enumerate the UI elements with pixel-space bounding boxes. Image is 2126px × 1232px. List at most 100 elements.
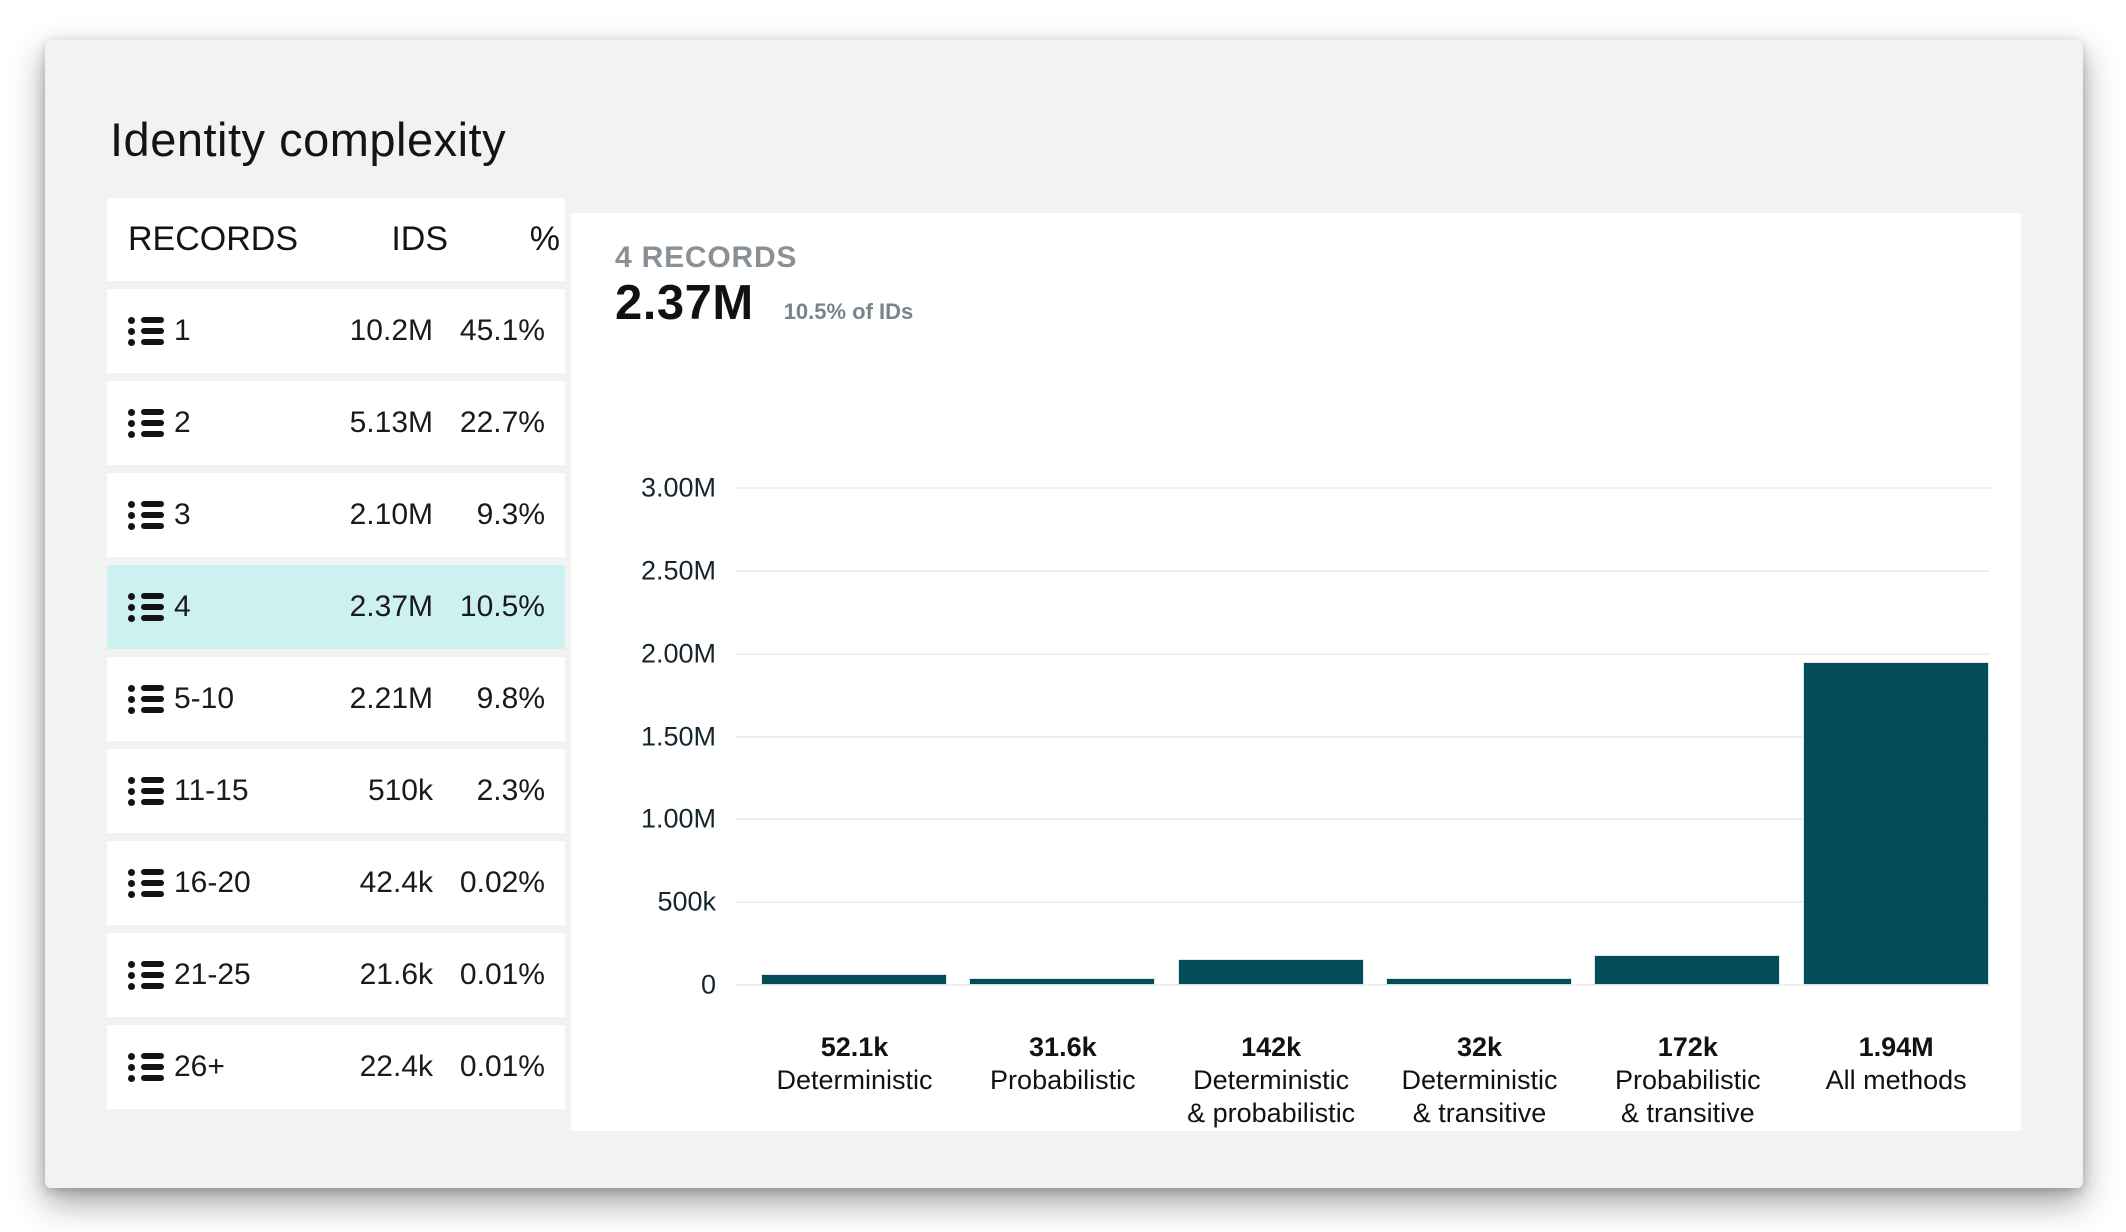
- bar-deterministic-transitive[interactable]: [1387, 979, 1571, 984]
- percent-cell: 2.3%: [433, 774, 545, 808]
- bar-category-label: Deterministic: [750, 1064, 959, 1097]
- x-axis-label-3: 142kDeterministic& probabilistic: [1167, 1031, 1376, 1130]
- list-icon: [128, 777, 164, 805]
- list-icon: [128, 685, 164, 713]
- column-header-ids: IDS: [298, 220, 448, 259]
- list-icon: [128, 869, 164, 897]
- records-cell: 5-10: [174, 682, 283, 716]
- chart-panel: 4 RECORDS 2.37M 10.5% of IDs 0 500k 1.00M 1…: [571, 213, 2021, 1131]
- bar-category-label: & probabilistic: [1167, 1097, 1376, 1130]
- bar-category-label: Deterministic: [1167, 1064, 1376, 1097]
- records-cell: 21-25: [174, 958, 283, 992]
- table-row-records-26+[interactable]: 26+ 22.4k 0.01%: [107, 1025, 565, 1109]
- bar-value-label: 142k: [1167, 1031, 1376, 1064]
- bar-category-label: & transitive: [1375, 1097, 1584, 1130]
- bar-value-label: 1.94M: [1792, 1031, 2001, 1064]
- ids-cell: 2.37M: [283, 590, 433, 624]
- table-row-records-2[interactable]: 2 5.13M 22.7%: [107, 381, 565, 465]
- percent-cell: 10.5%: [433, 590, 545, 624]
- table-row-records-1[interactable]: 1 10.2M 45.1%: [107, 289, 565, 373]
- list-icon: [128, 501, 164, 529]
- list-icon: [128, 409, 164, 437]
- percent-cell: 0.01%: [433, 1050, 545, 1084]
- table-row-records-21-25[interactable]: 21-25 21.6k 0.01%: [107, 933, 565, 1017]
- y-axis-tick-1.50M: 1.50M: [571, 721, 716, 752]
- bar-category-label: Deterministic: [1375, 1064, 1584, 1097]
- bar-all-methods[interactable]: [1804, 663, 1988, 984]
- table-row-records-16-20[interactable]: 16-20 42.4k 0.02%: [107, 841, 565, 925]
- y-axis-tick-500k: 500k: [571, 887, 716, 918]
- records-table: RECORDS IDS % 1 10.2M 45.1% 2 5.13M 22.7…: [107, 198, 565, 1109]
- records-cell: 11-15: [174, 774, 283, 808]
- bar-probabilistic-transitive[interactable]: [1595, 956, 1779, 984]
- table-header-row: RECORDS IDS %: [107, 198, 565, 281]
- x-axis-label-1: 52.1kDeterministic: [750, 1031, 959, 1097]
- selected-ids-value: 2.37M: [615, 275, 754, 331]
- page: Identity complexity RECORDS IDS % 1 10.2…: [0, 0, 2126, 1232]
- bar-value-label: 32k: [1375, 1031, 1584, 1064]
- list-icon: [128, 1053, 164, 1081]
- table-row-records-3[interactable]: 3 2.10M 9.3%: [107, 473, 565, 557]
- column-header-records: RECORDS: [128, 220, 298, 259]
- list-icon: [128, 593, 164, 621]
- detail-line: 2.37M 10.5% of IDs: [615, 275, 913, 331]
- percent-cell: 0.02%: [433, 866, 545, 900]
- gridline-2.00M: [736, 653, 1990, 655]
- gridline-3.00M: [736, 487, 1990, 489]
- gridline-500k: [736, 901, 1990, 903]
- records-cell: 2: [174, 406, 283, 440]
- ids-cell: 21.6k: [283, 958, 433, 992]
- gridline-0: [736, 984, 1990, 986]
- bar-value-label: 52.1k: [750, 1031, 959, 1064]
- card-title: Identity complexity: [110, 112, 506, 167]
- ids-cell: 5.13M: [283, 406, 433, 440]
- identity-complexity-card: Identity complexity RECORDS IDS % 1 10.2…: [45, 40, 2083, 1188]
- x-axis-label-6: 1.94MAll methods: [1792, 1031, 2001, 1097]
- bar-value-label: 172k: [1583, 1031, 1792, 1064]
- table-row-records-11-15[interactable]: 11-15 510k 2.3%: [107, 749, 565, 833]
- y-axis-tick-2.50M: 2.50M: [571, 555, 716, 586]
- records-cell: 3: [174, 498, 283, 532]
- selected-ids-percent: 10.5% of IDs: [784, 299, 914, 325]
- y-axis-tick-2.00M: 2.00M: [571, 638, 716, 669]
- percent-cell: 9.3%: [433, 498, 545, 532]
- x-axis-label-5: 172kProbabilistic& transitive: [1583, 1031, 1792, 1130]
- gridline-1.00M: [736, 818, 1990, 820]
- ids-cell: 510k: [283, 774, 433, 808]
- percent-cell: 22.7%: [433, 406, 545, 440]
- bar-category-label: & transitive: [1583, 1097, 1792, 1130]
- records-cell: 26+: [174, 1050, 283, 1084]
- list-icon: [128, 961, 164, 989]
- bar-deterministic[interactable]: [762, 975, 946, 984]
- records-cell: 1: [174, 314, 283, 348]
- bar-deterministic-probabilistic[interactable]: [1179, 960, 1363, 984]
- table-body: 1 10.2M 45.1% 2 5.13M 22.7% 3 2.10M 9.3%…: [107, 289, 565, 1109]
- table-row-records-4[interactable]: 4 2.37M 10.5%: [107, 565, 565, 649]
- ids-cell: 2.10M: [283, 498, 433, 532]
- x-axis-label-2: 31.6kProbabilistic: [958, 1031, 1167, 1097]
- column-header-percent: %: [448, 220, 560, 259]
- bar-probabilistic[interactable]: [970, 979, 1154, 984]
- y-axis-tick-1.00M: 1.00M: [571, 804, 716, 835]
- gridline-1.50M: [736, 736, 1990, 738]
- list-icon: [128, 317, 164, 345]
- bar-category-label: Probabilistic: [958, 1064, 1167, 1097]
- percent-cell: 0.01%: [433, 958, 545, 992]
- x-axis-label-4: 32kDeterministic& transitive: [1375, 1031, 1584, 1130]
- percent-cell: 45.1%: [433, 314, 545, 348]
- ids-cell: 22.4k: [283, 1050, 433, 1084]
- records-cell: 4: [174, 590, 283, 624]
- ids-cell: 42.4k: [283, 866, 433, 900]
- gridline-2.50M: [736, 570, 1990, 572]
- bar-category-label: Probabilistic: [1583, 1064, 1792, 1097]
- bar-value-label: 31.6k: [958, 1031, 1167, 1064]
- selected-records-eyebrow: 4 RECORDS: [615, 241, 797, 275]
- y-axis-tick-0: 0: [571, 970, 716, 1001]
- records-cell: 16-20: [174, 866, 283, 900]
- ids-cell: 2.21M: [283, 682, 433, 716]
- percent-cell: 9.8%: [433, 682, 545, 716]
- bar-category-label: All methods: [1792, 1064, 2001, 1097]
- table-row-records-5-10[interactable]: 5-10 2.21M 9.8%: [107, 657, 565, 741]
- y-axis-tick-3.00M: 3.00M: [571, 473, 716, 504]
- ids-cell: 10.2M: [283, 314, 433, 348]
